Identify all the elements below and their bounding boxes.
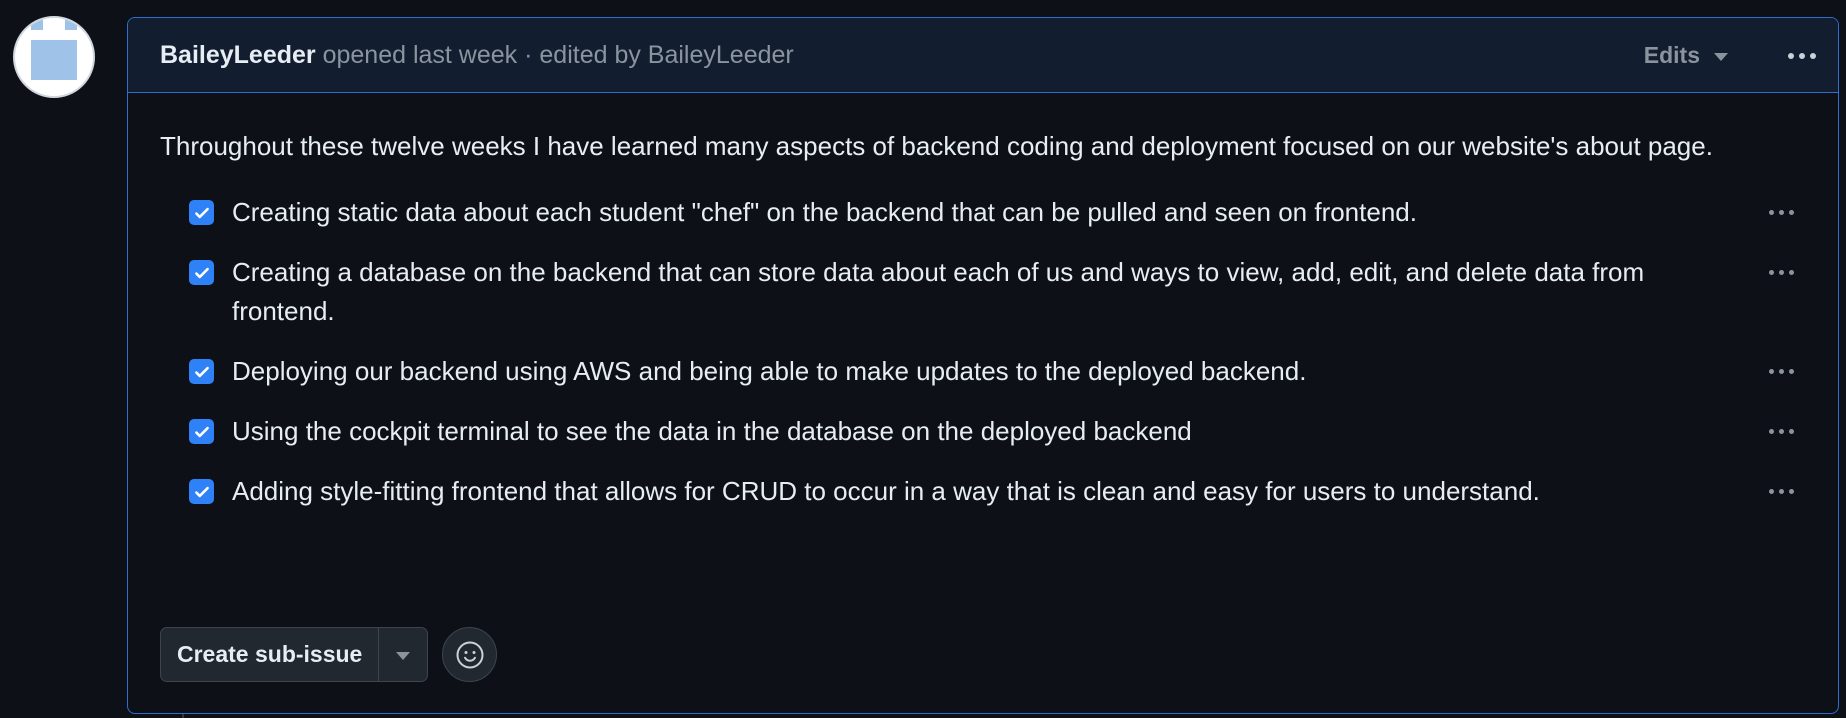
comment-body: Throughout these twelve weeks I have lea…	[128, 93, 1838, 511]
author-avatar[interactable]	[13, 16, 95, 98]
author-link[interactable]: BaileyLeeder	[160, 41, 316, 69]
task-checkbox[interactable]	[189, 419, 214, 444]
avatar-pixel	[65, 18, 77, 30]
smiley-icon	[456, 641, 484, 668]
task-list-item: Creating a database on the backend that …	[160, 253, 1806, 331]
task-checkbox[interactable]	[189, 200, 214, 225]
task-checkbox[interactable]	[189, 359, 214, 384]
issue-comment: BaileyLeeder opened last week · edited b…	[127, 17, 1839, 714]
kebab-horizontal-icon[interactable]	[1769, 369, 1794, 374]
kebab-horizontal-icon[interactable]	[1769, 270, 1794, 275]
triangle-down-icon	[396, 652, 411, 660]
comment-header-text: BaileyLeeder opened last week · edited b…	[160, 40, 794, 70]
triangle-down-icon	[1714, 53, 1728, 61]
task-list-item: Using the cockpit terminal to see the da…	[160, 412, 1806, 451]
edits-dropdown[interactable]: Edits	[1644, 18, 1728, 93]
task-checkbox[interactable]	[189, 479, 214, 504]
check-icon	[194, 486, 209, 497]
kebab-horizontal-icon[interactable]	[1769, 429, 1794, 434]
task-text: Using the cockpit terminal to see the da…	[232, 416, 1192, 446]
avatar-pixel	[31, 18, 43, 30]
task-list: Creating static data about each student …	[160, 193, 1806, 511]
comment-meta: opened last week · edited by BaileyLeede…	[315, 41, 794, 69]
task-text: Creating a database on the backend that …	[232, 257, 1645, 326]
check-icon	[194, 366, 209, 377]
add-reaction-button[interactable]	[442, 627, 498, 682]
task-text: Deploying our backend using AWS and bein…	[232, 356, 1307, 386]
task-checkbox[interactable]	[189, 260, 214, 285]
task-list-item: Deploying our backend using AWS and bein…	[160, 352, 1806, 391]
kebab-horizontal-icon[interactable]	[1769, 210, 1794, 215]
kebab-horizontal-icon[interactable]	[1788, 18, 1816, 93]
task-list-item: Adding style-fitting frontend that allow…	[160, 472, 1806, 511]
task-list-item: Creating static data about each student …	[160, 193, 1806, 232]
comment-header: BaileyLeeder opened last week · edited b…	[128, 18, 1838, 93]
create-sub-issue-dropdown[interactable]	[379, 628, 427, 681]
edits-label: Edits	[1643, 42, 1700, 68]
avatar-pixel	[31, 40, 77, 80]
comment-intro: Throughout these twelve weeks I have lea…	[160, 131, 1713, 161]
check-icon	[194, 426, 209, 437]
task-text: Adding style-fitting frontend that allow…	[232, 476, 1540, 506]
create-sub-issue-split-button: Create sub-issue	[160, 627, 429, 682]
task-text: Creating static data about each student …	[232, 197, 1417, 227]
comment-actions: Create sub-issue	[160, 627, 498, 682]
check-icon	[194, 267, 209, 278]
create-sub-issue-button[interactable]: Create sub-issue	[161, 628, 380, 681]
kebab-horizontal-icon[interactable]	[1769, 489, 1794, 494]
check-icon	[194, 207, 209, 218]
